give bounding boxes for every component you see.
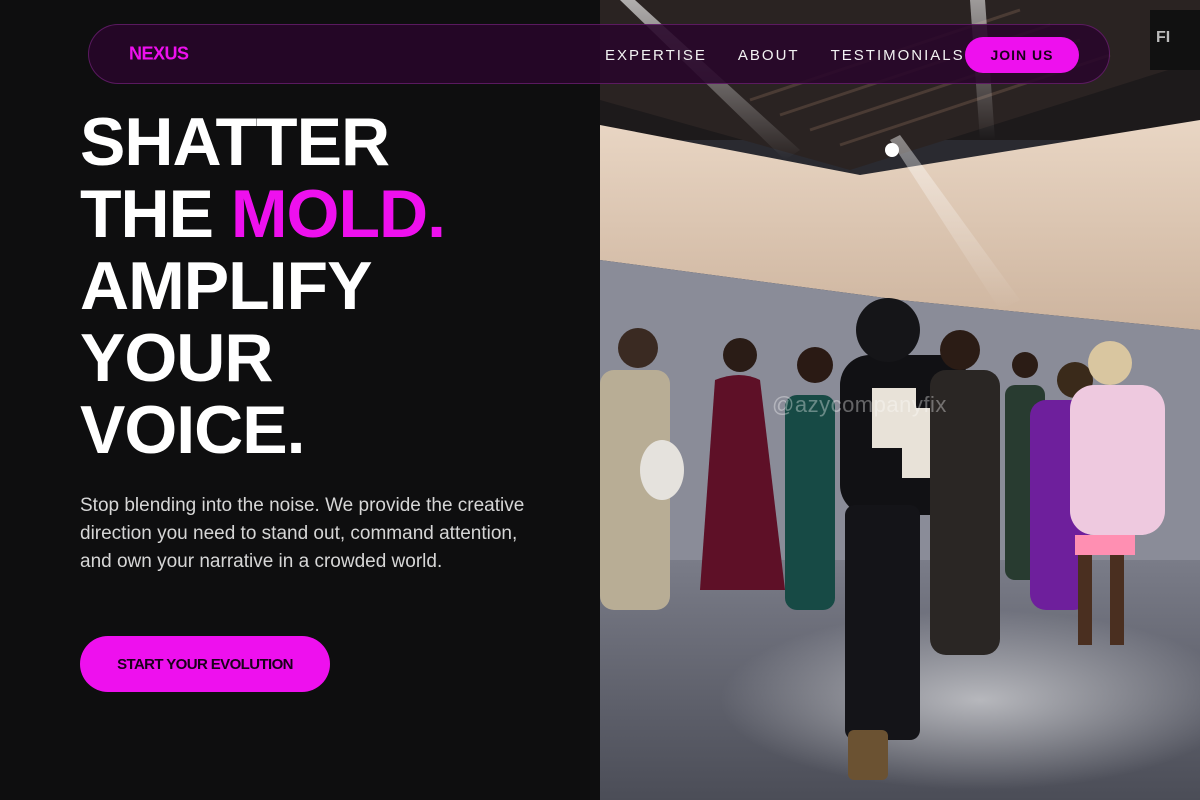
photo-watermark: @azycompanyfix (772, 392, 947, 417)
headline-line-3: AMPLIFY (80, 248, 372, 324)
start-evolution-button[interactable]: START YOUR EVOLUTION (80, 636, 330, 692)
headline-line-1: SHATTER (80, 104, 390, 180)
brand-logo[interactable]: NEXUS (129, 44, 189, 65)
nav-links: EXPERTISE ABOUT TESTIMONIALS (605, 25, 996, 85)
svg-text:FI: FI (1156, 29, 1170, 46)
headline-line-2-white: THE (80, 176, 231, 252)
join-us-button[interactable]: JOIN US (965, 37, 1079, 73)
nav-link-about[interactable]: ABOUT (738, 47, 800, 64)
headline-line-4: YOUR (80, 320, 273, 396)
hero-subtext: Stop blending into the noise. We provide… (80, 495, 525, 572)
headline-line-5: VOICE. (80, 392, 305, 468)
hero-headline: SHATTER THE MOLD. AMPLIFY YOUR VOICE. (80, 104, 446, 468)
top-navbar: NEXUS EXPERTISE ABOUT TESTIMONIALS JOIN … (88, 24, 1110, 84)
nav-link-expertise[interactable]: EXPERTISE (605, 47, 707, 64)
nav-link-testimonials[interactable]: TESTIMONIALS (831, 47, 965, 64)
headline-line-2-accent: MOLD. (230, 176, 446, 252)
